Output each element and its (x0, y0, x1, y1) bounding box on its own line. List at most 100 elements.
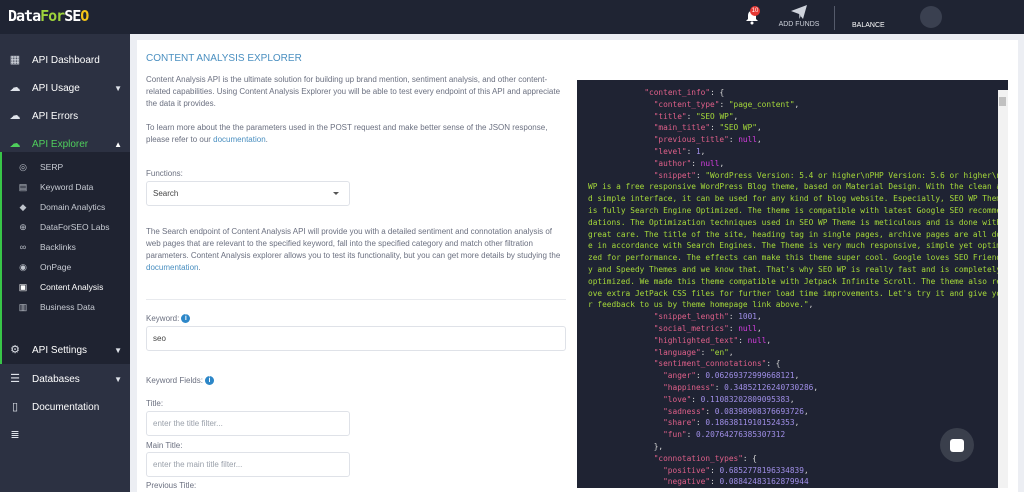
code-token: : (728, 312, 739, 322)
scrollbar[interactable] (998, 90, 1008, 488)
learn-more-label: To learn more about the the parameters u… (146, 123, 548, 144)
code-token: , (757, 123, 762, 133)
code-token: "fun" (663, 430, 687, 440)
code-line: "author": null, (588, 158, 1008, 170)
code-token: , (789, 394, 795, 404)
code-token: "content_info" (644, 88, 711, 97)
info-icon[interactable]: i (204, 376, 214, 386)
document-icon: ▯ (11, 401, 19, 413)
keyword-input[interactable]: seo (146, 326, 566, 351)
sidebar-item-extra[interactable]: ≣ (0, 421, 130, 449)
code-token: : (695, 418, 706, 428)
submenu-item-label: Content Analysis (40, 282, 104, 292)
functions-value: Search (153, 189, 179, 198)
submenu-item-business-data[interactable]: ▥ Business Data (2, 297, 95, 317)
code-token: 0.08842483162879944 (719, 477, 809, 487)
code-line: "highlighted_text": null, (588, 335, 1008, 347)
submenu-item-dataforseo-labs[interactable]: ⊕ DataForSEO Labs (2, 217, 109, 237)
code-token: : (738, 335, 748, 345)
code-token: "snippet" (653, 170, 696, 180)
paper-plane-icon (791, 5, 807, 19)
submenu-item-label: OnPage (40, 262, 72, 272)
code-token: : (728, 135, 739, 145)
submenu-item-onpage[interactable]: ◉ OnPage (2, 257, 71, 277)
code-token: 0.08398908376693726 (714, 406, 804, 416)
code-token: ove extra JetPack CSS files for further … (588, 288, 1006, 298)
code-token: e in accordance with Search Engines. The… (588, 241, 1006, 251)
sidebar-item-label: Databases (32, 373, 80, 385)
title-input[interactable]: enter the title filter... (146, 411, 350, 436)
sidebar-item-documentation[interactable]: ▯ Documentation (0, 393, 130, 421)
code-token: 0.6852778196334839 (719, 465, 804, 475)
code-token: "language" (653, 347, 701, 357)
sidebar-item-label: API Usage (32, 82, 80, 94)
code-line: "title": "SEO WP", (588, 111, 1008, 123)
sidebar-item-api-dashboard[interactable]: ▦ API Dashboard (0, 46, 130, 74)
code-token: , (808, 300, 814, 310)
database-icon: ☰ (10, 373, 20, 385)
sidebar-item-label: API Errors (32, 110, 79, 122)
sidebar-item-label: API Dashboard (32, 54, 100, 66)
main-title-input[interactable]: enter the main title filter... (146, 452, 350, 477)
code-token: : (719, 99, 729, 109)
sidebar-item-api-usage[interactable]: ☁ API Usage ▼ (0, 74, 130, 102)
code-token: "main_title" (653, 123, 711, 133)
logo-text: Data (8, 7, 41, 25)
code-token: , (719, 158, 725, 168)
code-token: : (728, 323, 739, 333)
page-title: CONTENT ANALYSIS EXPLORER (146, 53, 302, 64)
code-token: "sadness" (663, 406, 706, 416)
code-token: 0.20764276385307312 (695, 430, 786, 440)
submenu-item-domain-analytics[interactable]: ◆ Domain Analytics (2, 197, 106, 217)
code-token: "positive" (663, 465, 711, 475)
code-token: , (794, 371, 800, 381)
logo-text: SE (64, 7, 81, 25)
logo[interactable]: DataForSEO (8, 7, 89, 25)
chat-button[interactable] (940, 428, 974, 462)
code-line: e in accordance with Search Engines. The… (588, 240, 1008, 252)
balance-label[interactable]: BALANCE (852, 22, 885, 29)
info-icon[interactable]: i (181, 314, 191, 324)
add-funds-button[interactable]: ADD FUNDS (776, 4, 822, 28)
submenu-item-content-analysis[interactable]: ▣ Content Analysis (2, 277, 104, 297)
code-token: 0.11083202809095383 (700, 394, 790, 404)
documentation-link[interactable]: documentation (146, 263, 198, 272)
submenu-item-backlinks[interactable]: ∞ Backlinks (2, 237, 76, 257)
sidebar-item-databases[interactable]: ☰ Databases ▼ (0, 365, 130, 393)
logo-text: For (40, 7, 65, 25)
documentation-link[interactable]: documentation (213, 135, 265, 144)
sidebar-item-api-settings[interactable]: ⚙ API Settings ▼ (0, 336, 130, 364)
api-explorer-submenu: ◎ SERP ▤ Keyword Data ◆ Domain Analytics ⊕ D… (0, 152, 130, 364)
chevron-down-icon: ▼ (114, 83, 122, 93)
code-token: , (728, 347, 734, 357)
submenu-item-label: DataForSEO Labs (40, 222, 110, 232)
code-token: : { (766, 359, 781, 369)
functions-select[interactable]: Search (146, 181, 350, 206)
code-token: , (757, 323, 762, 333)
serp-icon: ◎ (19, 161, 27, 172)
submenu-item-serp[interactable]: ◎ SERP (2, 157, 63, 177)
code-token: : (695, 170, 706, 180)
json-response-code: "content_info" : { "content_type": "page_… (588, 87, 1008, 488)
avatar[interactable] (920, 6, 942, 28)
sidebar-item-api-errors[interactable]: ☁ API Errors (0, 102, 130, 130)
code-line: "content_type": "page_content", (588, 99, 1008, 111)
top-bar: DataForSEO 10 ADD FUNDS BALANCE (0, 0, 1024, 34)
scrollbar-thumb[interactable] (999, 97, 1006, 106)
submenu-item-keyword-data[interactable]: ▤ Keyword Data (2, 177, 94, 197)
code-token: "love" (663, 394, 692, 404)
code-token: r feedback to us by theme homepage link … (588, 300, 809, 310)
sidebar-item-label: Documentation (32, 401, 100, 413)
chevron-down-icon: ▼ (114, 345, 122, 355)
